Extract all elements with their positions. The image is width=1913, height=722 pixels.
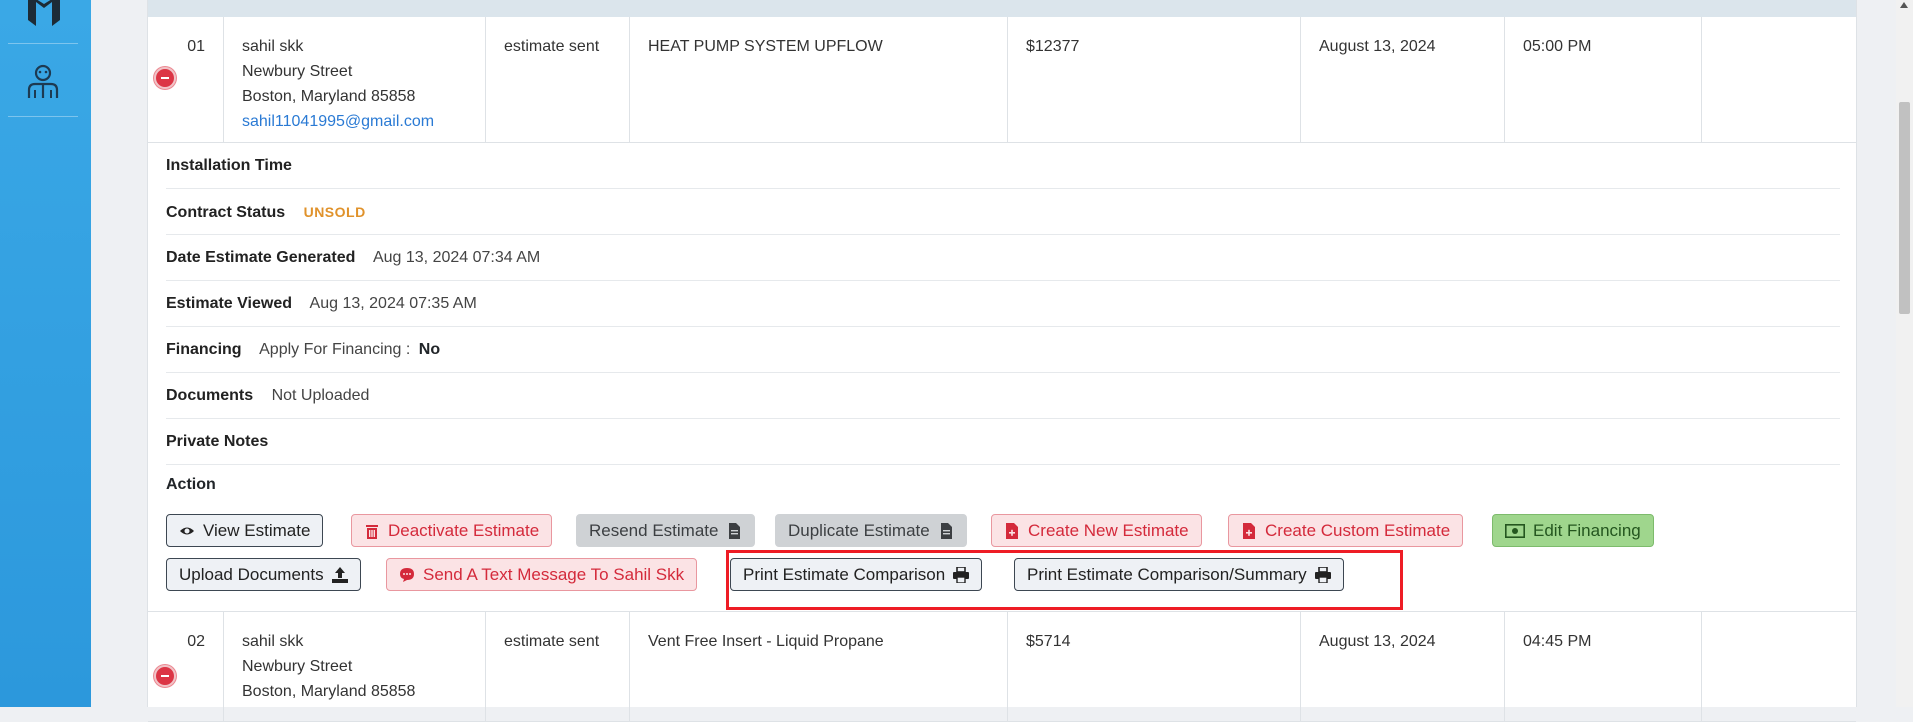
collapse-row-icon[interactable] — [154, 67, 176, 89]
product-cell: Vent Free Insert - Liquid Propane — [630, 612, 1008, 721]
status-badge: UNSOLD — [303, 204, 366, 220]
documents-value: Not Uploaded — [271, 387, 370, 404]
app-logo-icon[interactable] — [26, 0, 62, 28]
team-users-icon[interactable] — [24, 62, 62, 100]
trash-icon — [366, 524, 378, 539]
documents-label: Documents — [166, 387, 254, 404]
estimates-table: 01 sahil skk Newbury Street Boston, Mary… — [147, 0, 1857, 722]
customer-email-link[interactable]: sahil11041995@gmail.com — [242, 109, 467, 134]
date-generated-row: Date Estimate Generated Aug 13, 2024 07:… — [166, 235, 1840, 281]
customer-cell: sahil skk Newbury Street Boston, Marylan… — [224, 612, 486, 721]
installation-time-label: Installation Time — [166, 157, 292, 174]
private-notes-label: Private Notes — [166, 433, 269, 450]
apply-financing-label: Apply For Financing : — [259, 341, 411, 358]
date-generated-value: Aug 13, 2024 07:34 AM — [372, 249, 541, 266]
scroll-up-icon[interactable] — [1900, 2, 1908, 8]
date-cell: August 13, 2024 — [1301, 612, 1505, 721]
apply-financing-value: No — [418, 341, 441, 358]
date-generated-label: Date Estimate Generated — [166, 249, 356, 266]
upload-documents-button[interactable]: Upload Documents — [166, 558, 361, 591]
documents-row: Documents Not Uploaded — [166, 373, 1840, 419]
view-estimate-label: View Estimate — [203, 521, 311, 540]
file-plus-icon — [1243, 522, 1255, 539]
date-cell: August 13, 2024 — [1301, 17, 1505, 142]
estimate-details: Installation Time Contract Status UNSOLD… — [148, 143, 1856, 612]
status-cell: estimate sent — [486, 17, 630, 142]
money-bill-icon — [1505, 523, 1525, 538]
customer-street: Newbury Street — [242, 658, 353, 675]
product-cell: HEAT PUMP SYSTEM UPFLOW — [630, 17, 1008, 142]
upload-documents-label: Upload Documents — [179, 565, 324, 584]
status-cell: estimate sent — [486, 612, 630, 721]
time-cell: 04:45 PM — [1505, 612, 1702, 721]
sidebar — [0, 0, 91, 707]
sidebar-divider — [8, 43, 78, 44]
table-header — [148, 0, 1856, 17]
scrollbar-thumb[interactable] — [1899, 102, 1910, 314]
time-cell: 05:00 PM — [1505, 17, 1702, 142]
customer-city: Boston, Maryland 85858 — [242, 683, 416, 700]
contract-status-label: Contract Status — [166, 204, 286, 221]
file-icon — [729, 522, 741, 539]
file-icon — [940, 522, 952, 539]
customer-street: Newbury Street — [242, 63, 353, 80]
file-plus-icon — [1006, 522, 1018, 539]
create-new-estimate-button[interactable]: Create New Estimate — [991, 514, 1202, 547]
empty-cell — [1702, 612, 1858, 721]
estimate-viewed-label: Estimate Viewed — [166, 295, 292, 312]
collapse-row-icon[interactable] — [154, 665, 176, 687]
price-cell: $5714 — [1008, 612, 1301, 721]
edit-financing-label: Edit Financing — [1533, 521, 1641, 540]
contract-status-row: Contract Status UNSOLD — [166, 189, 1840, 235]
action-label: Action — [166, 476, 216, 493]
deactivate-estimate-button[interactable]: Deactivate Estimate — [351, 514, 553, 547]
financing-label: Financing — [166, 341, 242, 358]
financing-row: Financing Apply For Financing : No — [166, 327, 1840, 373]
price-cell: $12377 — [1008, 17, 1301, 142]
sidebar-divider — [8, 116, 78, 117]
highlight-box — [726, 550, 1403, 610]
upload-icon — [331, 566, 348, 583]
eye-icon — [180, 527, 194, 534]
customer-city: Boston, Maryland 85858 — [242, 88, 416, 105]
send-text-message-button[interactable]: Send A Text Message To Sahil Skk — [386, 558, 698, 591]
send-text-message-label: Send A Text Message To Sahil Skk — [423, 565, 685, 584]
edit-financing-button[interactable]: Edit Financing — [1492, 514, 1654, 547]
create-custom-estimate-label: Create Custom Estimate — [1265, 521, 1451, 540]
table-row: 01 sahil skk Newbury Street Boston, Mary… — [148, 17, 1856, 143]
create-new-estimate-label: Create New Estimate — [1028, 521, 1189, 540]
estimate-viewed-value: Aug 13, 2024 07:35 AM — [309, 295, 477, 312]
create-custom-estimate-button[interactable]: Create Custom Estimate — [1228, 514, 1464, 547]
deactivate-estimate-label: Deactivate Estimate — [388, 521, 540, 540]
customer-cell: sahil skk Newbury Street Boston, Marylan… — [224, 17, 486, 142]
sms-icon — [400, 567, 414, 582]
customer-name: sahil skk — [242, 633, 304, 650]
customer-name: sahil skk — [242, 38, 304, 55]
resend-estimate-label: Resend Estimate — [589, 521, 719, 540]
duplicate-estimate-label: Duplicate Estimate — [788, 521, 930, 540]
page-scrollbar[interactable] — [1896, 0, 1913, 707]
installation-time-row: Installation Time — [166, 143, 1840, 189]
private-notes-row: Private Notes — [166, 419, 1840, 465]
estimate-viewed-row: Estimate Viewed Aug 13, 2024 07:35 AM — [166, 281, 1840, 327]
resend-estimate-button[interactable]: Resend Estimate — [576, 514, 756, 547]
table-row: 02 sahil skk Newbury Street Boston, Mary… — [148, 612, 1856, 722]
view-estimate-button[interactable]: View Estimate — [166, 514, 324, 547]
empty-cell — [1702, 17, 1858, 142]
duplicate-estimate-button[interactable]: Duplicate Estimate — [775, 514, 967, 547]
